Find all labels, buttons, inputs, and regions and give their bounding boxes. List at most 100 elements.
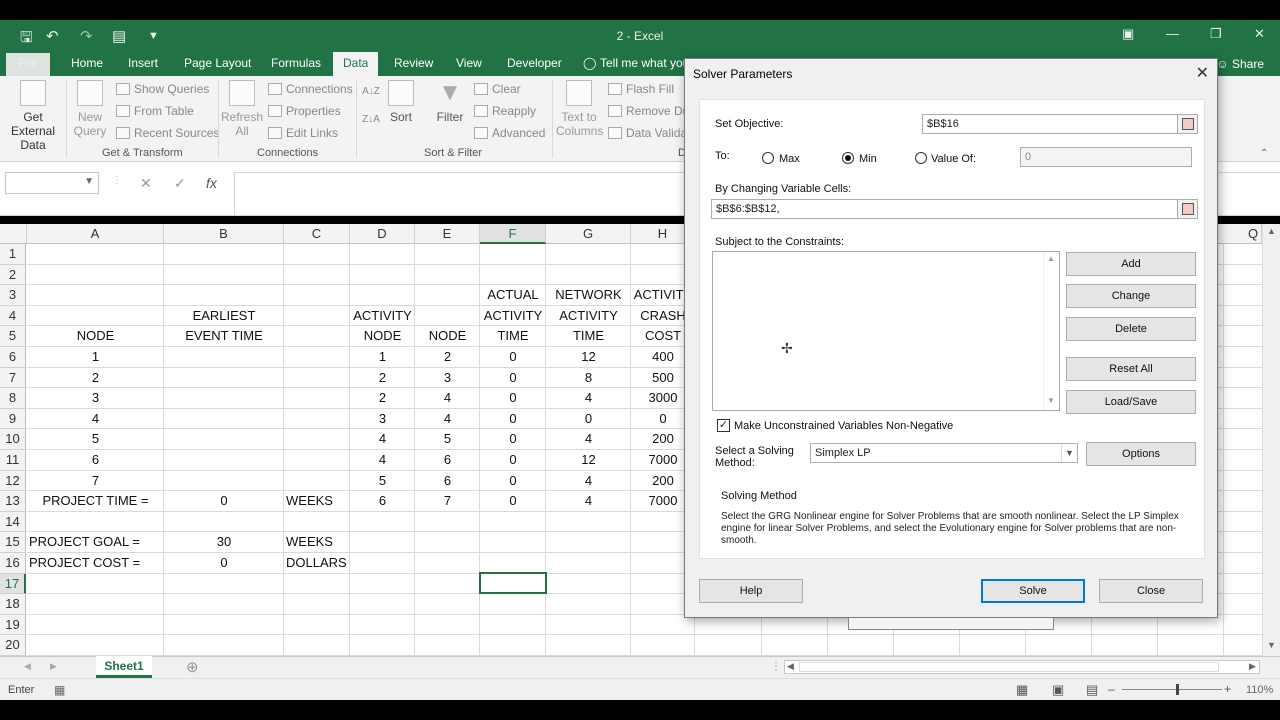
solving-method-select[interactable]: Simplex LP ▼ [810, 443, 1078, 463]
sort-button[interactable]: Sort [384, 80, 418, 124]
macro-record-icon[interactable]: ▦ [54, 683, 65, 697]
cell-g7[interactable]: 8 [546, 368, 631, 388]
text-to-columns-button[interactable]: Text to Columns [556, 80, 603, 138]
constraints-scrollbar[interactable]: ▲ ▼ [1043, 252, 1059, 410]
cell-e13[interactable]: 7 [415, 491, 480, 511]
row-header[interactable]: 17 [0, 573, 26, 595]
row-header[interactable]: 18 [0, 594, 26, 615]
name-box[interactable]: ▼ [5, 172, 99, 194]
cell-g12[interactable]: 4 [546, 471, 631, 491]
col-header-a[interactable]: A [27, 224, 164, 244]
row-header[interactable]: 20 [0, 635, 26, 656]
scroll-left-icon[interactable]: ◀ [787, 661, 794, 672]
cell-g3[interactable]: NETWORK [546, 285, 631, 305]
cell-g6[interactable]: 12 [546, 347, 631, 367]
cell-d8[interactable]: 2 [350, 388, 415, 408]
sheet-tab-sheet1[interactable]: Sheet1 [96, 656, 152, 678]
page-layout-view-icon[interactable]: ▣ [1052, 682, 1064, 698]
sort-az-button[interactable]: A↓Z [362, 86, 380, 98]
help-button[interactable]: Help [699, 579, 803, 603]
cell-f7[interactable]: 0 [480, 368, 546, 388]
next-sheet-icon[interactable]: ▶ [50, 661, 57, 672]
cancel-icon[interactable]: ✕ [140, 175, 152, 192]
row-header[interactable]: 12 [0, 470, 26, 492]
scroll-thumb[interactable] [799, 662, 1219, 672]
row-header[interactable]: 4 [0, 305, 26, 327]
cell-b16[interactable]: 0 [164, 553, 284, 573]
cell-d11[interactable]: 4 [350, 450, 415, 470]
collapse-ribbon-icon[interactable]: ⌃ [1260, 148, 1268, 159]
recent-sources-button[interactable]: Recent Sources [116, 126, 219, 140]
cell-f5[interactable]: TIME [480, 326, 546, 346]
cell-a7[interactable]: 2 [27, 368, 164, 388]
cell-f4[interactable]: ACTIVITY [480, 306, 546, 326]
row-header[interactable]: 5 [0, 326, 26, 347]
cell-d5[interactable]: NODE [350, 326, 415, 346]
zoom-slider-thumb[interactable] [1176, 684, 1179, 695]
constraints-list[interactable]: ▲ ▼ ✢ [712, 251, 1060, 411]
normal-view-icon[interactable]: ▦ [1016, 682, 1028, 698]
col-header-f[interactable]: F [480, 224, 546, 244]
cell-g10[interactable]: 4 [546, 429, 631, 449]
close-button[interactable]: Close [1099, 579, 1203, 603]
chevron-down-icon[interactable]: ▼ [1061, 444, 1077, 462]
row-header[interactable]: 15 [0, 532, 26, 553]
row-header[interactable]: 2 [0, 264, 26, 286]
cell-g13[interactable]: 4 [546, 491, 631, 511]
cell-f6[interactable]: 0 [480, 347, 546, 367]
cell-d13[interactable]: 6 [350, 491, 415, 511]
cell-a8[interactable]: 3 [27, 388, 164, 408]
row-header[interactable]: 14 [0, 511, 26, 533]
vertical-scrollbar[interactable]: ▲ ▼ [1262, 224, 1280, 656]
close-window-icon[interactable]: ✕ [1254, 26, 1265, 42]
col-header-g[interactable]: G [546, 224, 631, 244]
reset-all-button[interactable]: Reset All [1066, 357, 1196, 381]
cell-a15[interactable]: PROJECT GOAL = [29, 532, 140, 552]
filter-button[interactable]: ▼ Filter [432, 80, 468, 125]
cell-a12[interactable]: 7 [27, 471, 164, 491]
cell-g8[interactable]: 4 [546, 388, 631, 408]
enter-icon[interactable]: ✓ [174, 175, 186, 192]
cell-a6[interactable]: 1 [27, 347, 164, 367]
advanced-button[interactable]: Advanced [474, 126, 545, 140]
set-objective-input[interactable]: $B$16 [922, 114, 1198, 134]
new-sheet-icon[interactable]: ⊕ [186, 658, 199, 676]
cell-f11[interactable]: 0 [480, 450, 546, 470]
cell-e9[interactable]: 4 [415, 409, 480, 429]
chevron-down-icon[interactable]: ▼ [84, 176, 94, 187]
select-all-corner[interactable] [0, 224, 27, 244]
row-header[interactable]: 3 [0, 285, 26, 306]
remove-duplicates-button[interactable]: Remove Dup [608, 104, 696, 118]
delete-constraint-button[interactable]: Delete [1066, 317, 1196, 341]
cell-f8[interactable]: 0 [480, 388, 546, 408]
cell-a9[interactable]: 4 [27, 409, 164, 429]
cell-c13[interactable]: WEEKS [286, 491, 333, 511]
tab-formulas[interactable]: Formulas [271, 56, 321, 70]
collapse-dialog-icon[interactable] [1177, 200, 1197, 218]
cell-g11[interactable]: 12 [546, 450, 631, 470]
scroll-down-icon[interactable]: ▼ [1047, 396, 1055, 405]
get-external-data-button[interactable]: Get External Data [2, 80, 64, 152]
cell-g4[interactable]: ACTIVITY [546, 306, 631, 326]
min-radio[interactable] [842, 152, 854, 164]
horizontal-scrollbar[interactable]: ◀ ▶ [784, 660, 1260, 674]
change-constraint-button[interactable]: Change [1066, 284, 1196, 308]
col-header-e[interactable]: E [415, 224, 480, 244]
collapse-dialog-icon[interactable] [1177, 115, 1197, 133]
tab-home[interactable]: Home [71, 56, 103, 70]
cell-f12[interactable]: 0 [480, 471, 546, 491]
edit-links-button[interactable]: Edit Links [268, 126, 338, 140]
tab-insert[interactable]: Insert [128, 56, 158, 70]
zoom-out-icon[interactable]: – [1108, 682, 1115, 696]
refresh-all-button[interactable]: Refresh All [220, 80, 264, 138]
cell-e12[interactable]: 6 [415, 471, 480, 491]
solve-button[interactable]: Solve [981, 579, 1085, 603]
cell-a10[interactable]: 5 [27, 429, 164, 449]
scroll-up-icon[interactable]: ▲ [1047, 254, 1055, 263]
cell-e10[interactable]: 5 [415, 429, 480, 449]
col-header-d[interactable]: D [350, 224, 415, 244]
row-header[interactable]: 8 [0, 388, 26, 409]
ribbon-display-icon[interactable]: ▣ [1122, 26, 1134, 42]
value-of-input[interactable]: 0 [1020, 147, 1192, 167]
sort-za-button[interactable]: Z↓A [362, 114, 380, 126]
